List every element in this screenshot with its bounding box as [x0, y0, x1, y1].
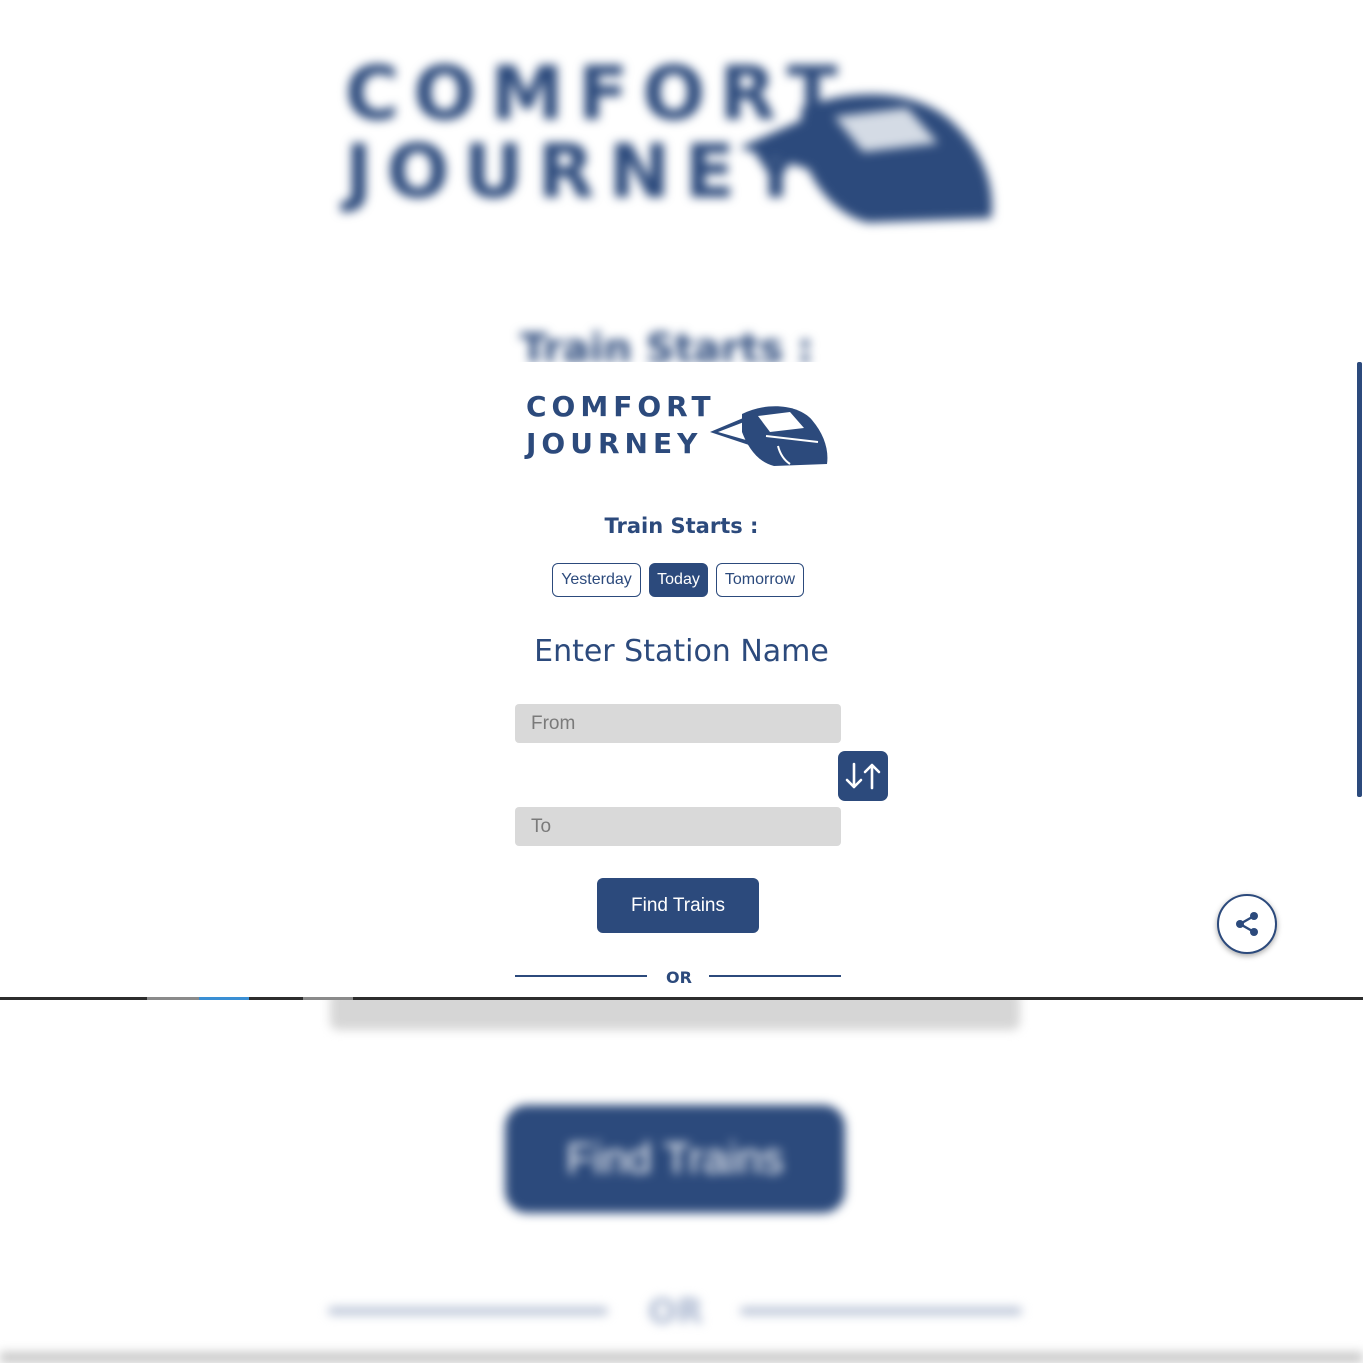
day-tomorrow-button[interactable]: Tomorrow [716, 563, 804, 597]
day-today-button[interactable]: Today [649, 563, 708, 597]
brand-logo-line1: COMFORT [526, 390, 716, 423]
brand-logo: COMFORT JOURNEY [526, 388, 716, 462]
share-icon [1236, 912, 1258, 936]
progress-segment [147, 997, 199, 1000]
background-bottom-strip [0, 1352, 1363, 1363]
progress-segment [303, 997, 353, 1000]
enter-station-title: Enter Station Name [534, 634, 829, 669]
background-or-line-left [328, 1307, 608, 1315]
swap-vertical-icon [845, 762, 881, 790]
share-button[interactable] [1217, 894, 1277, 954]
or-divider-right [709, 975, 841, 977]
from-station-input[interactable] [515, 704, 841, 743]
or-divider-text: OR [666, 968, 692, 987]
background-train-icon [739, 94, 993, 223]
background-or-line-right [740, 1307, 1022, 1315]
progress-segment-active [199, 997, 249, 1000]
swap-stations-button[interactable] [838, 751, 888, 801]
find-trains-button[interactable]: Find Trains [597, 878, 759, 933]
train-icon [710, 406, 828, 466]
background-find-button: Find Trains [505, 1105, 845, 1213]
panel-scrollbar[interactable] [1357, 362, 1362, 797]
to-station-input[interactable] [515, 807, 841, 846]
background-or-text: OR [648, 1292, 704, 1332]
or-divider-left [515, 975, 647, 977]
train-starts-label: Train Starts : [604, 514, 759, 538]
day-yesterday-button[interactable]: Yesterday [552, 563, 641, 597]
brand-logo-line2: JOURNEY [526, 427, 703, 460]
